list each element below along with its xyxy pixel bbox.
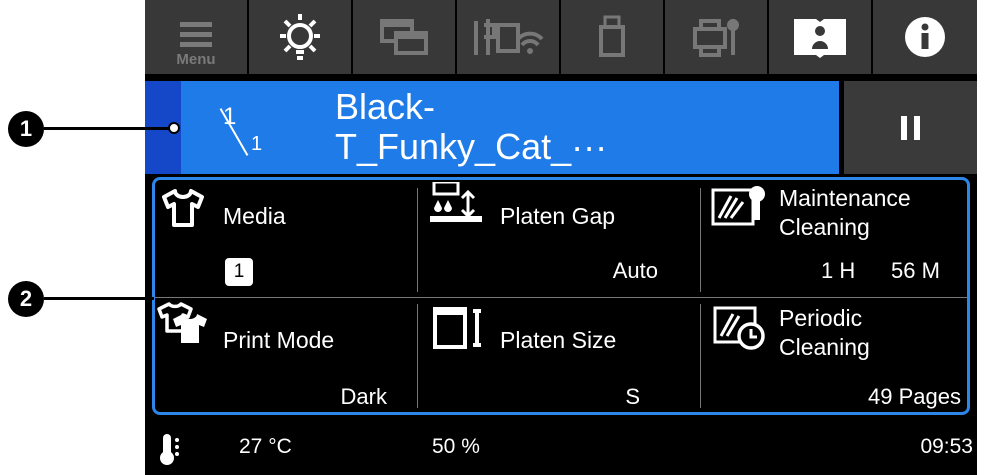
platen-size-cell[interactable]: Platen Size S xyxy=(418,298,700,415)
periodic-label-line2: Cleaning xyxy=(779,334,870,360)
menu-button[interactable]: Menu xyxy=(145,0,247,74)
light-icon xyxy=(280,14,320,60)
manual-icon xyxy=(794,19,846,58)
callout-1-line xyxy=(44,127,170,130)
media-badge: 1 xyxy=(225,258,253,286)
job-total: 1 xyxy=(251,133,263,155)
clock: 09:53 xyxy=(920,435,973,458)
network-icon xyxy=(474,19,544,55)
network-button[interactable] xyxy=(457,0,559,74)
printer-settings-button[interactable] xyxy=(665,0,767,74)
platen-size-icon xyxy=(433,307,481,349)
maintenance-cleaning-cell[interactable]: Maintenance Cleaning 1 H 56 M xyxy=(701,180,967,297)
periodic-label: Periodic Cleaning xyxy=(779,304,870,362)
maintenance-icon xyxy=(711,186,765,226)
maintenance-minutes: 56 M xyxy=(891,258,940,283)
platen-gap-value: Auto xyxy=(612,258,658,283)
job-bar[interactable]: 1 1 Black- T_Funky_Cat_··· xyxy=(145,81,839,174)
periodic-cleaning-cell[interactable]: Periodic Cleaning 49 Pages xyxy=(701,298,967,415)
light-button[interactable] xyxy=(249,0,351,74)
job-name-line2: T_Funky_Cat_··· xyxy=(335,126,608,167)
layers-icon xyxy=(380,19,428,55)
menu-icon xyxy=(180,22,212,47)
platen-size-value: S xyxy=(625,384,640,409)
platen-size-label: Platen Size xyxy=(500,327,617,353)
platen-gap-icon xyxy=(430,182,482,222)
callout-2-line xyxy=(44,297,154,300)
callout-2: 2 xyxy=(8,281,44,317)
manual-button[interactable] xyxy=(769,0,871,74)
thermometer-icon xyxy=(160,434,179,465)
job-counter: 1 1 xyxy=(219,95,279,165)
periodic-cleaning-icon xyxy=(713,306,765,350)
printer-screen: Menu 1 1 Black- T_Funky_Cat_··· Media 1 … xyxy=(145,0,977,475)
print-mode-icon xyxy=(157,302,207,343)
info-button[interactable] xyxy=(873,0,977,74)
maintenance-label-line1: Maintenance xyxy=(779,185,911,211)
info-panel: Media 1 Platen Gap Auto Maintenance Clea… xyxy=(152,177,970,415)
print-mode-cell[interactable]: Print Mode Dark xyxy=(155,298,417,415)
status-bar: 27 °C 50 % 09:53 xyxy=(145,420,977,475)
layers-button[interactable] xyxy=(353,0,455,74)
platen-gap-label: Platen Gap xyxy=(500,203,616,229)
printer-settings-icon xyxy=(693,19,739,57)
maintenance-hours: 1 H xyxy=(821,258,856,283)
periodic-label-line1: Periodic xyxy=(779,305,863,331)
callout-1-dot xyxy=(168,122,180,134)
tshirt-icon xyxy=(162,189,204,227)
callout-1: 1 xyxy=(8,111,44,147)
platen-gap-cell[interactable]: Platen Gap Auto xyxy=(418,180,700,297)
periodic-value: 49 Pages xyxy=(868,384,961,409)
maintenance-label: Maintenance Cleaning xyxy=(779,184,911,242)
media-label: Media xyxy=(223,203,286,229)
info-icon xyxy=(905,17,945,57)
humidity: 50 % xyxy=(432,435,480,458)
menu-label: Menu xyxy=(176,51,216,68)
temperature: 27 °C xyxy=(239,435,292,458)
pause-button[interactable] xyxy=(844,81,977,174)
print-mode-label: Print Mode xyxy=(223,327,335,353)
maintenance-label-line2: Cleaning xyxy=(779,214,870,240)
job-name-line1: Black- xyxy=(335,86,436,127)
media-cell[interactable]: Media 1 xyxy=(155,180,417,297)
toolbar: Menu xyxy=(145,0,977,78)
usb-icon xyxy=(599,15,625,57)
pause-icon xyxy=(901,115,920,140)
usb-button[interactable] xyxy=(561,0,663,74)
job-name: Black- T_Funky_Cat_··· xyxy=(335,87,815,167)
print-mode-value: Dark xyxy=(340,384,387,409)
